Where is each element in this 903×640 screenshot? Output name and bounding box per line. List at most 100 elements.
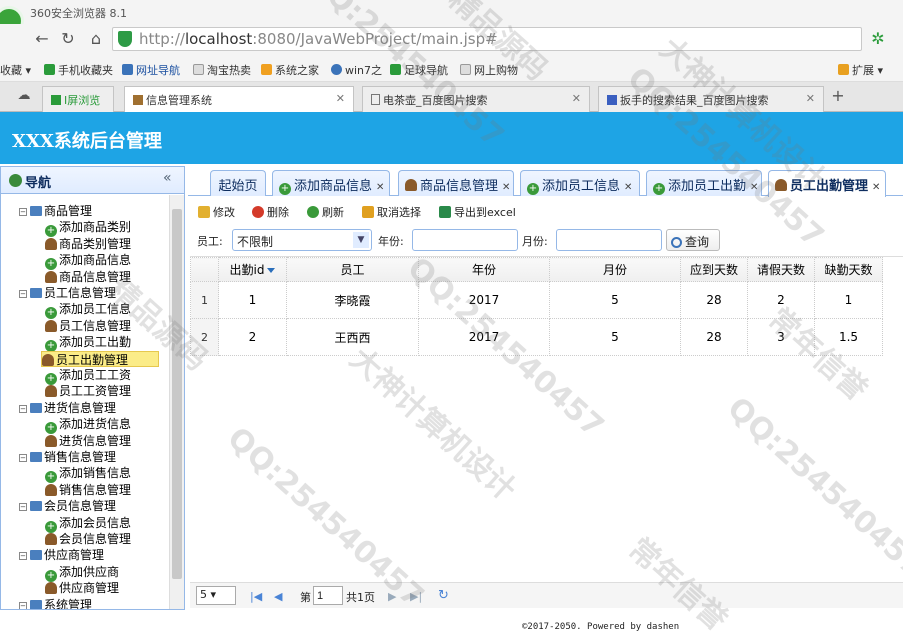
cancel-select-button[interactable]: 取消选择 [362, 204, 421, 220]
cell-id[interactable]: 1 [218, 281, 287, 319]
cell-year[interactable]: 2017 [418, 281, 550, 319]
tree-folder[interactable]: − 供应商管理 [19, 547, 104, 563]
year-input[interactable] [412, 229, 518, 251]
browser-tab-4[interactable]: 扳手的搜索结果_百度图片搜索 ✕ [598, 86, 824, 112]
tree-folder[interactable]: − 会员信息管理 [19, 498, 116, 514]
cell-due-days[interactable]: 28 [680, 318, 748, 356]
column-header[interactable]: 年份 [418, 257, 550, 282]
cell-employee[interactable]: 王西西 [286, 318, 419, 356]
sidebar-scrollbar[interactable] [169, 195, 184, 609]
sidebar-item[interactable]: 供应商管理 [45, 580, 119, 596]
bookmark-mobile[interactable]: 手机收藏夹 [44, 62, 113, 78]
tab-page-1[interactable]: + 添加商品信息 ✕ [272, 170, 390, 196]
bookmark-nav[interactable]: 网址导航 [122, 62, 180, 78]
cell-year[interactable]: 2017 [418, 318, 550, 356]
reload-icon[interactable]: ↻ [438, 588, 449, 603]
page-size-select[interactable]: 5 ▾ [196, 586, 236, 605]
sidebar-item[interactable]: 商品类别管理 [45, 236, 131, 252]
cell-absent-days[interactable]: 1 [814, 281, 883, 319]
close-icon[interactable]: ✕ [750, 182, 758, 193]
query-button[interactable]: 查询 [666, 229, 720, 251]
tab-home[interactable]: 起始页 [210, 170, 266, 196]
table-row[interactable]: 1 1 李晓霞 2017 5 28 2 1 [190, 281, 883, 319]
close-icon[interactable]: ✕ [376, 182, 384, 193]
close-icon[interactable]: ✕ [502, 182, 510, 193]
back-icon[interactable]: ← [32, 29, 52, 49]
sidebar-item[interactable]: + 添加员工信息 [45, 301, 131, 320]
month-input[interactable] [556, 229, 662, 251]
next-page-icon[interactable]: ▶ [388, 590, 396, 603]
table-row[interactable]: 2 2 王西西 2017 5 28 3 1.5 [190, 318, 883, 356]
reload-icon[interactable]: ↻ [58, 29, 78, 49]
column-header[interactable]: 月份 [549, 257, 681, 282]
tab-page-2[interactable]: 商品信息管理 ✕ [398, 170, 514, 196]
tree-folder[interactable]: − 员工信息管理 [19, 285, 116, 301]
browser-tab-2[interactable]: 信息管理系统 ✕ [124, 86, 354, 112]
close-icon[interactable]: ✕ [624, 182, 632, 193]
page-number-input[interactable] [313, 586, 343, 605]
tab-page-4[interactable]: + 添加员工出勤 ✕ [646, 170, 762, 196]
column-header[interactable]: 员工 [286, 257, 419, 282]
sidebar-item[interactable]: + 添加商品类别 [45, 219, 131, 238]
collapse-toggle-icon[interactable]: − [19, 601, 27, 609]
scrollbar-thumb[interactable] [172, 209, 182, 579]
bookmark-shopping[interactable]: 网上购物 [460, 62, 518, 78]
home-icon[interactable]: ⌂ [86, 29, 106, 49]
sidebar-item[interactable]: + 添加进货信息 [45, 416, 131, 435]
collapse-toggle-icon[interactable]: − [19, 208, 27, 216]
bookmark-favorites[interactable]: 收藏 ▾ [0, 62, 31, 78]
sidebar-item[interactable]: 员工信息管理 [45, 318, 131, 334]
close-icon[interactable]: ✕ [872, 182, 880, 193]
tab-page-5[interactable]: 员工出勤管理 ✕ [768, 170, 886, 197]
sidebar-item[interactable]: 销售信息管理 [45, 482, 131, 498]
prev-page-icon[interactable]: ◀ [274, 590, 282, 603]
first-page-icon[interactable]: |◀ [250, 590, 262, 603]
cell-leave-days[interactable]: 3 [747, 318, 815, 356]
cell-absent-days[interactable]: 1.5 [814, 318, 883, 356]
sidebar-item[interactable]: + 添加会员信息 [45, 515, 131, 533]
last-page-icon[interactable]: ▶| [410, 590, 422, 603]
sidebar-item[interactable]: + 添加员工工资 [45, 367, 131, 385]
bookmark-football[interactable]: 足球导航 [390, 62, 448, 78]
speed-icon[interactable]: ✲ [868, 29, 888, 49]
sidebar-item[interactable]: 员工工资管理 [45, 383, 131, 399]
close-icon[interactable]: ✕ [806, 92, 815, 105]
sidebar-item[interactable]: + 添加销售信息 [45, 465, 131, 484]
column-header[interactable]: 请假天数 [747, 257, 815, 282]
new-tab-button[interactable]: + [828, 86, 848, 106]
bookmark-taobao[interactable]: 淘宝热卖 [193, 62, 251, 78]
sidebar-item[interactable]: 会员信息管理 [45, 531, 131, 547]
collapse-toggle-icon[interactable]: − [19, 404, 27, 413]
export-button[interactable]: 导出到excel [439, 204, 516, 220]
refresh-button[interactable]: 刷新 [307, 204, 344, 220]
tree-folder[interactable]: − 系统管理 [19, 597, 92, 609]
edit-button[interactable]: 修改 [198, 204, 235, 220]
cell-due-days[interactable]: 28 [680, 281, 748, 319]
collapse-toggle-icon[interactable]: − [19, 290, 27, 298]
delete-button[interactable]: 删除 [252, 204, 289, 220]
cell-leave-days[interactable]: 2 [747, 281, 815, 319]
cell-id[interactable]: 2 [218, 318, 287, 356]
column-header[interactable]: 出勤id [218, 257, 287, 282]
tree-folder[interactable]: − 进货信息管理 [19, 400, 116, 416]
chevron-down-icon[interactable]: ▼ [353, 232, 369, 248]
close-icon[interactable]: ✕ [336, 92, 345, 105]
sidebar-item[interactable]: + 添加商品信息 [45, 252, 131, 271]
collapse-icon[interactable]: « [163, 170, 172, 186]
browser-tab-1[interactable]: I屏浏览 [42, 86, 114, 112]
extensions-button[interactable]: 扩展 ▾ [838, 62, 883, 78]
cloud-icon[interactable]: ☁ [14, 86, 34, 106]
browser-tab-3[interactable]: 电茶壶_百度图片搜索 ✕ [362, 86, 590, 112]
close-icon[interactable]: ✕ [572, 92, 581, 105]
tab-page-3[interactable]: + 添加员工信息 ✕ [520, 170, 640, 196]
bookmark-xitong[interactable]: 系统之家 [261, 62, 319, 78]
sidebar-item[interactable]: 员工出勤管理 [41, 350, 159, 367]
column-header[interactable]: 缺勤天数 [814, 257, 883, 282]
collapse-toggle-icon[interactable]: − [19, 552, 27, 561]
sidebar-item[interactable]: + 添加员工出勤 [45, 334, 131, 353]
column-header[interactable]: 应到天数 [680, 257, 748, 282]
tree-folder[interactable]: − 商品管理 [19, 203, 92, 219]
sidebar-item[interactable]: 进货信息管理 [45, 433, 131, 449]
tree-folder[interactable]: − 销售信息管理 [19, 449, 116, 465]
sidebar-item[interactable]: + 添加供应商 [45, 564, 119, 582]
